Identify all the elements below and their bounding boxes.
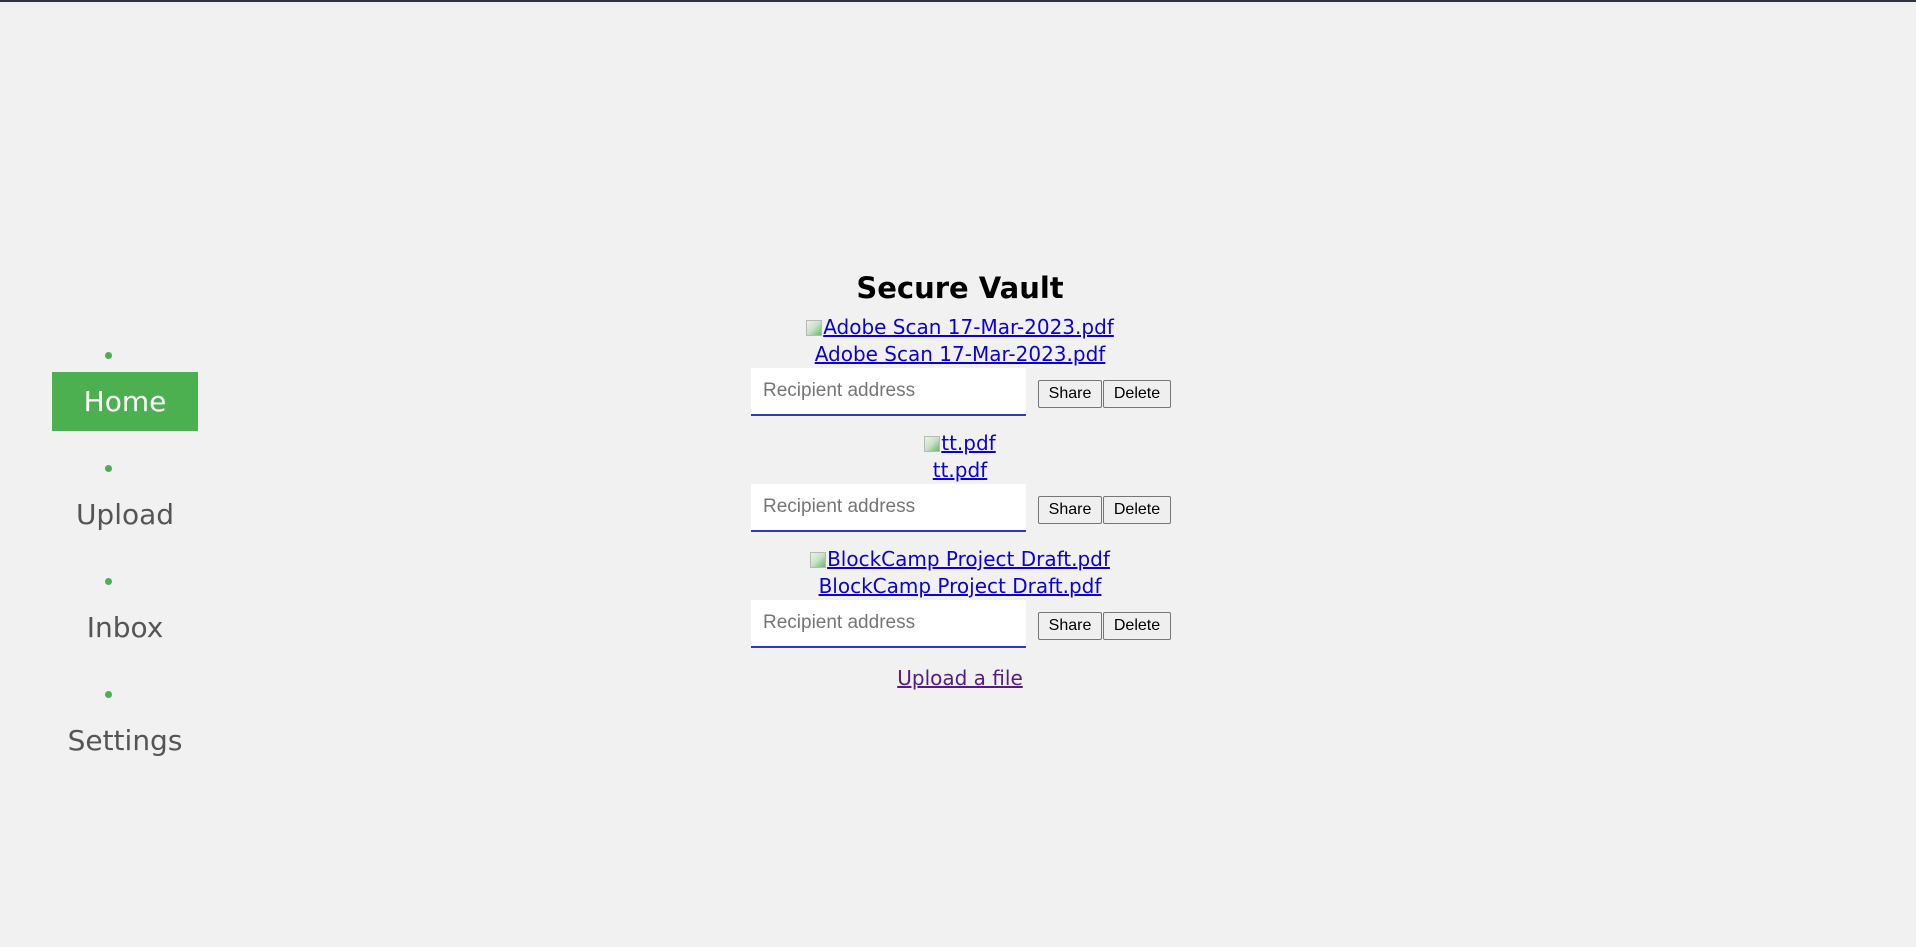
upload-file-link[interactable]: Upload a file xyxy=(897,664,1023,692)
sidebar-nav: Home Upload Inbox Settings xyxy=(52,340,198,792)
share-button[interactable]: Share xyxy=(1038,496,1102,524)
file-entry: tt.pdf tt.pdf Share Delete xyxy=(700,430,1220,546)
window-top-border xyxy=(0,0,1916,2)
vault-panel: Secure Vault Adobe Scan 17-Mar-2023.pdf … xyxy=(700,262,1220,692)
file-entry: Adobe Scan 17-Mar-2023.pdf Adobe Scan 17… xyxy=(700,314,1220,430)
delete-button[interactable]: Delete xyxy=(1103,496,1171,524)
share-button[interactable]: Share xyxy=(1038,380,1102,408)
broken-image-icon xyxy=(810,552,827,568)
broken-image-icon xyxy=(924,436,941,452)
recipient-address-input[interactable] xyxy=(751,368,1026,416)
sidebar-item-home: Home xyxy=(52,340,198,453)
delete-button[interactable]: Delete xyxy=(1103,612,1171,640)
share-button[interactable]: Share xyxy=(1038,612,1102,640)
bullet-icon xyxy=(105,465,112,472)
sidebar-item-settings: Settings xyxy=(52,679,198,792)
sidebar-item-upload: Upload xyxy=(52,453,198,566)
file-image-alt: BlockCamp Project Draft.pdf xyxy=(827,547,1110,571)
bullet-icon xyxy=(105,691,112,698)
page-title: Secure Vault xyxy=(856,271,1064,305)
file-name-link[interactable]: BlockCamp Project Draft.pdf xyxy=(700,573,1220,600)
nav-link-inbox[interactable]: Inbox xyxy=(52,598,198,657)
file-name-link[interactable]: tt.pdf xyxy=(700,457,1220,484)
file-image-link[interactable]: tt.pdf xyxy=(700,430,1220,457)
nav-link-home[interactable]: Home xyxy=(52,372,198,431)
nav-link-upload[interactable]: Upload xyxy=(52,485,198,544)
bullet-icon xyxy=(105,352,112,359)
recipient-address-input[interactable] xyxy=(751,600,1026,648)
bullet-icon xyxy=(105,578,112,585)
file-name-link[interactable]: Adobe Scan 17-Mar-2023.pdf xyxy=(700,341,1220,368)
file-image-link[interactable]: BlockCamp Project Draft.pdf xyxy=(700,546,1220,573)
nav-link-settings[interactable]: Settings xyxy=(52,711,198,770)
file-image-alt: tt.pdf xyxy=(941,431,996,455)
sidebar-item-inbox: Inbox xyxy=(52,566,198,679)
file-image-link[interactable]: Adobe Scan 17-Mar-2023.pdf xyxy=(700,314,1220,341)
delete-button[interactable]: Delete xyxy=(1103,380,1171,408)
share-row: Share Delete xyxy=(751,368,1171,418)
file-image-alt: Adobe Scan 17-Mar-2023.pdf xyxy=(823,315,1114,339)
broken-image-icon xyxy=(806,320,823,336)
share-row: Share Delete xyxy=(751,484,1171,534)
share-row: Share Delete xyxy=(751,600,1171,650)
recipient-address-input[interactable] xyxy=(751,484,1026,532)
file-entry: BlockCamp Project Draft.pdf BlockCamp Pr… xyxy=(700,546,1220,662)
